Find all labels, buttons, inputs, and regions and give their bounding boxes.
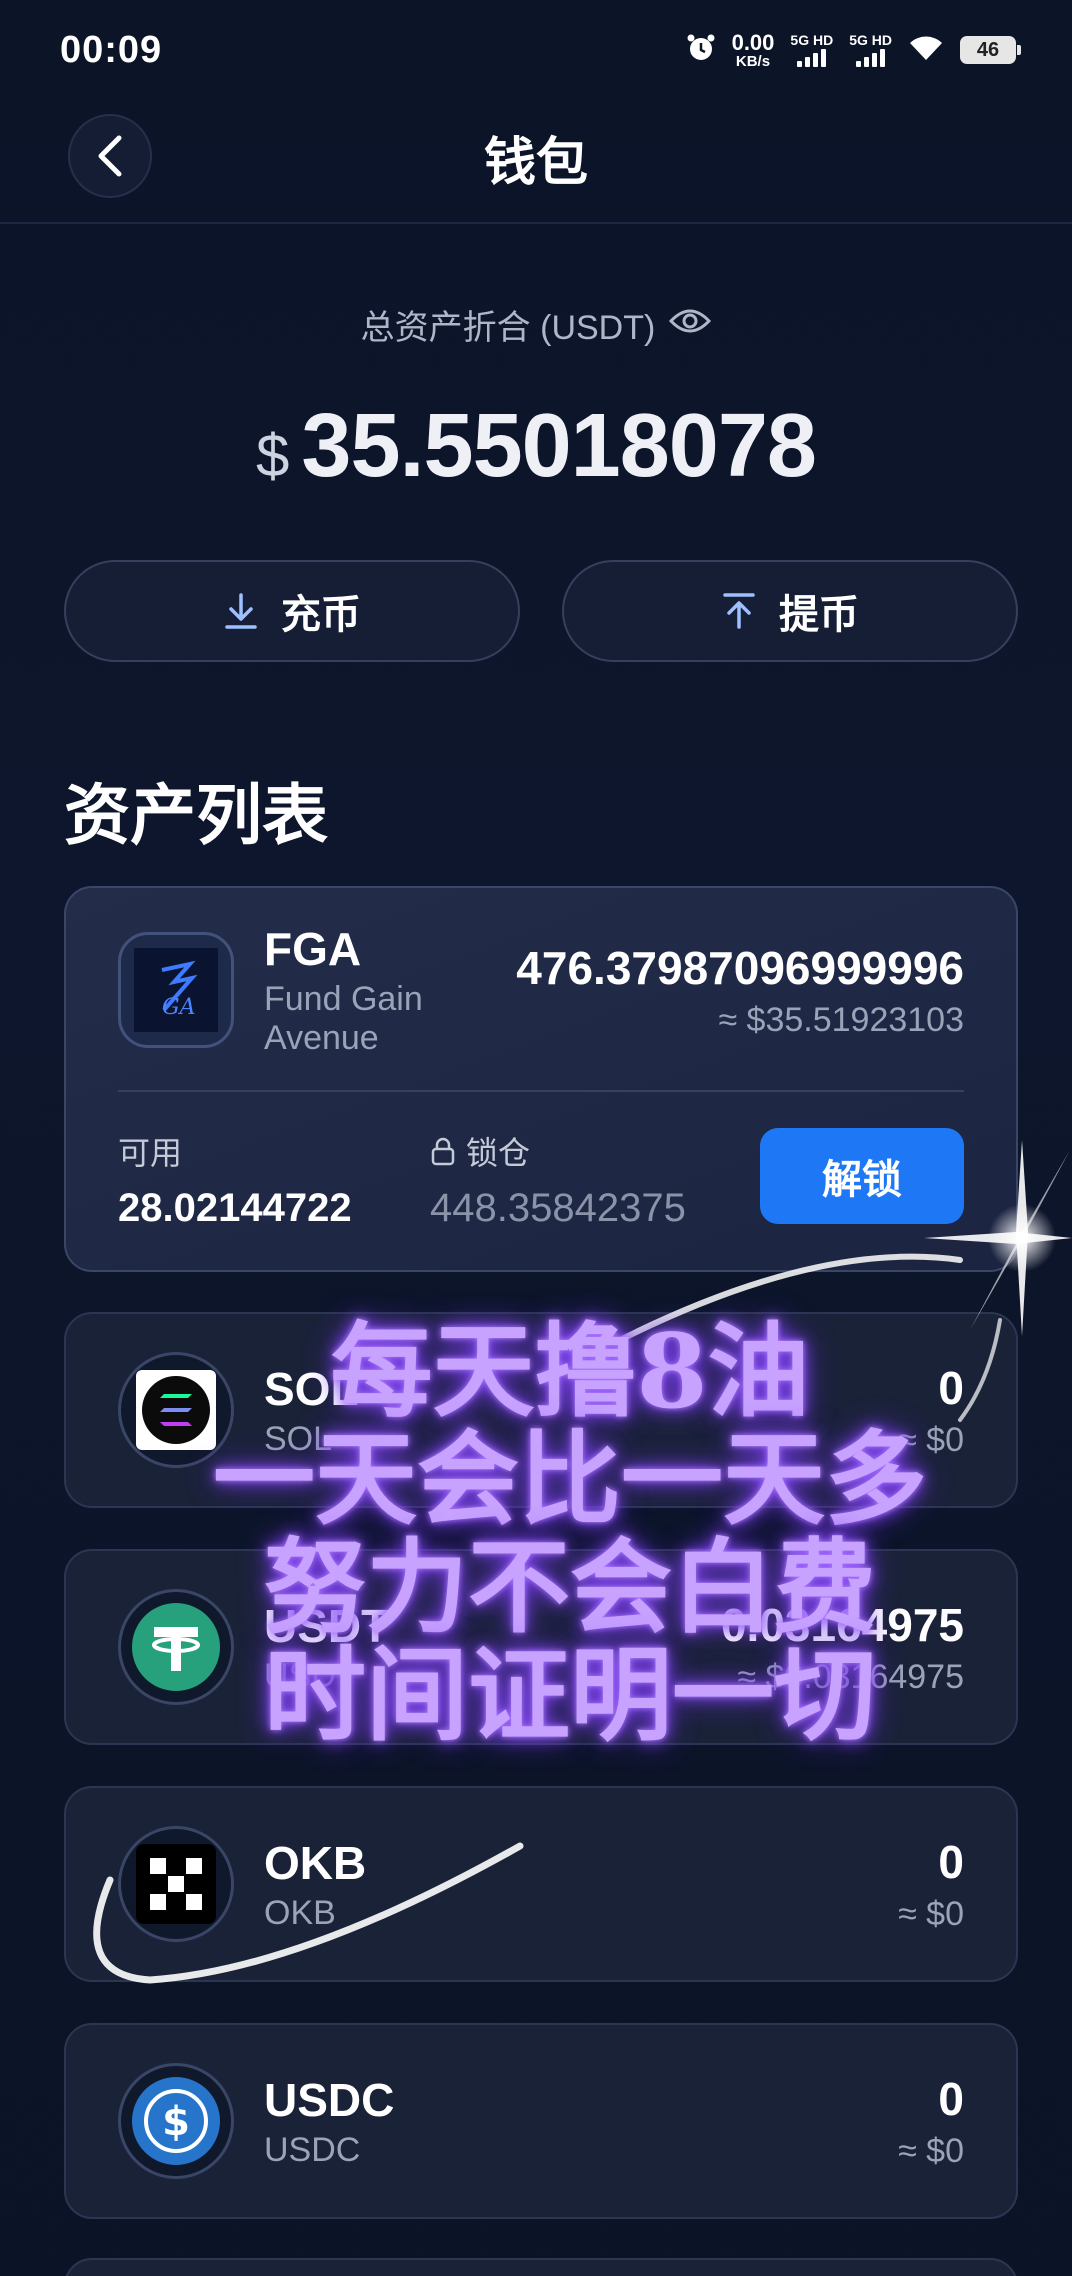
coin-values: 0 ≈ $0 [898,1361,964,1460]
coin-fullname: USDT [264,1656,357,1695]
coin-symbol: FGA [264,923,362,975]
asset-card-usdt[interactable]: USDT USDT 0.03164975 ≈ $0.03164975 [64,1549,1018,1745]
net-speed: 0.00 KB/s [731,29,775,70]
asset-row: USDT USDT 0.03164975 ≈ $0.03164975 [118,1589,964,1705]
coin-names: FGA Fund Gain Avenue [264,922,516,1058]
available-block: 可用 28.02144722 [118,1128,352,1231]
asset-list-title: 资产列表 [64,778,328,852]
coin-fullname: OKB [264,1893,336,1932]
usdt-logo-icon [118,1589,234,1705]
coin-fullname: SOL [264,1419,333,1458]
divider [118,1090,964,1092]
available-value: 28.02144722 [118,1186,352,1230]
locked-block: 锁仓 448.35842375 [430,1128,686,1231]
coin-names: OKB OKB [264,1836,366,1933]
coin-symbol: USDC [264,2073,395,2126]
coin-values: 476.37987096999996 ≈ $35.51923103 [516,941,964,1040]
status-bar: 00:09 0.00 KB/s 5G HD 5G HD 46 [0,0,1072,100]
withdraw-button[interactable]: 提币 [562,560,1018,662]
lock-icon [431,1137,455,1166]
okb-logo-icon [118,1826,234,1942]
total-balance: $ 35.55018078 [0,395,1072,498]
coin-amount: 0 [938,1361,964,1414]
wifi-icon [908,34,944,67]
page-title: 钱包 [483,134,588,192]
asset-row: $ USDC USDC 0 ≈ $0 [118,2063,964,2179]
coin-values: 0.03164975 ≈ $0.03164975 [721,1598,964,1697]
withdraw-label: 提币 [779,593,859,637]
coin-names: USDT USDT [264,1599,389,1696]
coin-usd-value: ≈ $35.51923103 [718,1000,964,1039]
deposit-label: 充币 [281,593,361,637]
fga-logo-icon: GA [118,932,234,1048]
coin-amount: 0 [938,2072,964,2125]
status-icons: 0.00 KB/s 5G HD 5G HD 46 [686,29,1021,70]
battery-icon: 46 [960,36,1021,64]
summary-label-row: 总资产折合 (USDT) [361,300,712,349]
coin-usd-value: ≈ $0.03164975 [737,1657,964,1696]
nav-bar: 钱包 [0,110,1072,224]
asset-card-sol[interactable]: SOL SOL 0 ≈ $0 [64,1312,1018,1508]
asset-row: GA FGA Fund Gain Avenue 476.379870969999… [118,923,964,1057]
asset-row: OKB OKB 0 ≈ $0 [118,1826,964,1942]
download-icon [225,593,257,629]
locked-value: 448.35842375 [430,1186,686,1230]
status-time: 00:09 [60,28,163,71]
asset-card-fga[interactable]: GA FGA Fund Gain Avenue 476.379870969999… [64,886,1018,1272]
total-value: 35.55018078 [301,396,817,496]
asset-card-next[interactable] [64,2258,1018,2276]
svg-text:$: $ [162,2099,190,2145]
coin-symbol: OKB [264,1836,367,1889]
summary-label: 总资产折合 (USDT) [360,309,656,347]
coin-usd-value: ≈ $0 [898,1894,964,1933]
asset-row: SOL SOL 0 ≈ $0 [118,1352,964,1468]
asset-card-okb[interactable]: OKB OKB 0 ≈ $0 [64,1786,1018,1982]
coin-names: SOL SOL [264,1362,359,1459]
coin-fullname: USDC [264,2130,361,2169]
signal-icon-sim1: 5G HD [790,33,833,67]
deposit-button[interactable]: 充币 [64,560,520,662]
action-buttons: 充币 提币 [64,560,1018,662]
coin-names: USDC USDC [264,2073,394,2170]
coin-values: 0 ≈ $0 [898,1835,964,1934]
eye-icon[interactable] [669,305,712,344]
coin-usd-value: ≈ $0 [898,1420,964,1459]
asset-card-usdc[interactable]: $ USDC USDC 0 ≈ $0 [64,2023,1018,2219]
available-label: 可用 [118,1135,183,1171]
currency-symbol: $ [256,422,290,489]
usdc-logo-icon: $ [118,2063,234,2179]
coin-values: 0 ≈ $0 [898,2072,964,2171]
svg-text:GA: GA [162,995,195,1020]
locked-label-row: 锁仓 [430,1128,686,1174]
signal-icon-sim2: 5G HD [849,33,892,67]
coin-amount: 0.03164975 [720,1598,964,1651]
coin-symbol: USDT [264,1599,390,1652]
sol-logo-icon [118,1352,234,1468]
coin-amount: 476.37987096999996 [516,941,964,994]
asset-summary: 总资产折合 (USDT) $ 35.55018078 [0,300,1072,498]
balance-breakdown: 可用 28.02144722 锁仓 448.35842375 解锁 [118,1128,964,1231]
upload-icon [723,593,755,629]
alarm-icon [686,33,716,68]
coin-fullname: Fund Gain Avenue [264,980,423,1057]
coin-amount: 0 [938,1835,964,1888]
coin-symbol: SOL [264,1362,359,1415]
unlock-button[interactable]: 解锁 [760,1128,964,1224]
locked-label: 锁仓 [466,1135,531,1171]
coin-usd-value: ≈ $0 [898,2131,964,2170]
